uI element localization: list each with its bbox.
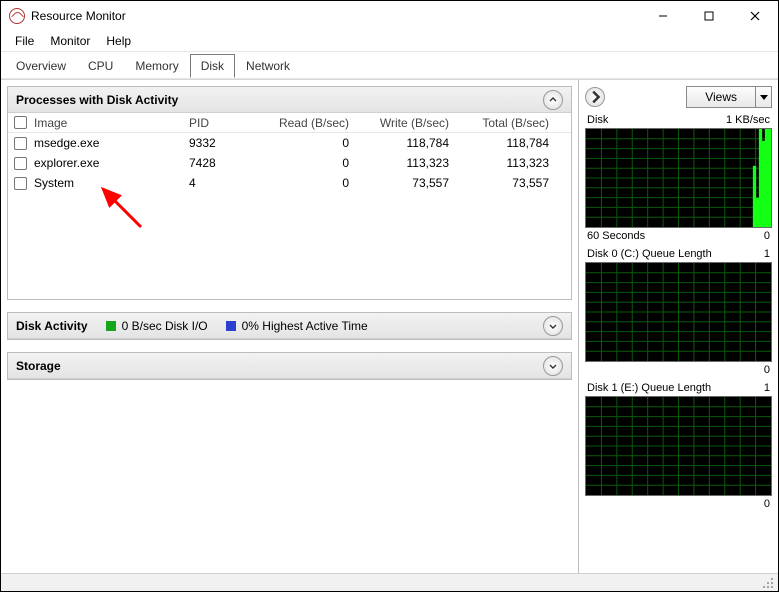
tab-cpu[interactable]: CPU: [77, 54, 124, 78]
select-all-checkbox[interactable]: [14, 116, 27, 129]
graph-disk0-queue: Disk 0 (C:) Queue Length 1 0: [585, 248, 772, 376]
io-legend-text: 0 B/sec Disk I/O: [122, 319, 208, 333]
tab-disk[interactable]: Disk: [190, 54, 235, 78]
active-legend-text: 0% Highest Active Time: [242, 319, 368, 333]
cell-write: 73,557: [359, 176, 459, 190]
graph-disk1-queue: Disk 1 (E:) Queue Length 1 0: [585, 382, 772, 510]
graph-title: Disk 0 (C:) Queue Length: [587, 248, 712, 260]
expand-storage-icon[interactable]: [543, 356, 563, 376]
cell-read: 0: [259, 136, 359, 150]
cell-image: System: [34, 176, 189, 190]
right-pane: Views Disk 1 KB/sec: [578, 80, 778, 573]
left-pane: Processes with Disk Activity Image PID R…: [1, 80, 578, 573]
col-total[interactable]: Total (B/sec): [459, 116, 559, 130]
io-legend: 0 B/sec Disk I/O: [106, 319, 208, 333]
maximize-button[interactable]: [686, 1, 732, 31]
disk-activity-header[interactable]: Disk Activity 0 B/sec Disk I/O 0% Highes…: [8, 313, 571, 339]
cell-total: 113,323: [459, 156, 559, 170]
processes-table-header: Image PID Read (B/sec) Write (B/sec) Tot…: [8, 113, 571, 133]
menu-bar: File Monitor Help: [1, 31, 778, 51]
io-legend-color-icon: [106, 321, 116, 331]
graph-canvas: [585, 396, 772, 496]
storage-header[interactable]: Storage: [8, 353, 571, 379]
disk-activity-panel: Disk Activity 0 B/sec Disk I/O 0% Highes…: [7, 312, 572, 340]
disk-activity-title: Disk Activity: [16, 319, 88, 333]
graph-scale: 1: [764, 382, 770, 394]
app-icon: [9, 8, 25, 24]
collapse-processes-icon[interactable]: [543, 90, 563, 110]
expand-disk-activity-icon[interactable]: [543, 316, 563, 336]
storage-panel: Storage: [7, 352, 572, 380]
storage-title: Storage: [16, 359, 61, 373]
graph-canvas: [585, 262, 772, 362]
processes-panel-title: Processes with Disk Activity: [16, 93, 178, 107]
cell-pid: 4: [189, 176, 259, 190]
cell-image: msedge.exe: [34, 136, 189, 150]
status-bar: [1, 573, 778, 591]
menu-monitor[interactable]: Monitor: [42, 32, 98, 50]
cell-write: 113,323: [359, 156, 459, 170]
graph-scale: 1 KB/sec: [726, 114, 770, 126]
collapse-right-pane-icon[interactable]: [585, 87, 605, 107]
processes-panel: Processes with Disk Activity Image PID R…: [7, 86, 572, 300]
col-image[interactable]: Image: [34, 116, 189, 130]
graph-scale: 1: [764, 248, 770, 260]
cell-read: 0: [259, 156, 359, 170]
cell-read: 0: [259, 176, 359, 190]
processes-panel-header[interactable]: Processes with Disk Activity: [8, 87, 571, 113]
graph-bottom-left: 60 Seconds: [587, 230, 645, 242]
graph-title: Disk: [587, 114, 608, 126]
col-read[interactable]: Read (B/sec): [259, 116, 359, 130]
row-checkbox[interactable]: [14, 177, 27, 190]
minimize-button[interactable]: [640, 1, 686, 31]
cell-pid: 7428: [189, 156, 259, 170]
close-button[interactable]: [732, 1, 778, 31]
row-checkbox[interactable]: [14, 137, 27, 150]
tab-overview[interactable]: Overview: [5, 54, 77, 78]
window-title: Resource Monitor: [31, 9, 126, 23]
tab-memory[interactable]: Memory: [124, 54, 189, 78]
graph-bottom-right: 0: [764, 498, 770, 510]
graph-bottom-right: 0: [764, 364, 770, 376]
menu-file[interactable]: File: [7, 32, 42, 50]
menu-help[interactable]: Help: [98, 32, 139, 50]
col-pid[interactable]: PID: [189, 116, 259, 130]
graph-bottom-right: 0: [764, 230, 770, 242]
col-write[interactable]: Write (B/sec): [359, 116, 459, 130]
table-row[interactable]: msedge.exe 9332 0 118,784 118,784: [8, 133, 571, 153]
table-row[interactable]: System 4 0 73,557 73,557: [8, 173, 571, 193]
tab-network[interactable]: Network: [235, 54, 301, 78]
graph-title: Disk 1 (E:) Queue Length: [587, 382, 711, 394]
cell-pid: 9332: [189, 136, 259, 150]
cell-total: 73,557: [459, 176, 559, 190]
table-row[interactable]: explorer.exe 7428 0 113,323 113,323: [8, 153, 571, 173]
title-bar: Resource Monitor: [1, 1, 778, 31]
views-button[interactable]: Views: [686, 86, 772, 108]
active-legend-color-icon: [226, 321, 236, 331]
active-legend: 0% Highest Active Time: [226, 319, 368, 333]
views-dropdown-icon[interactable]: [755, 87, 771, 107]
graph-canvas: [585, 128, 772, 228]
cell-total: 118,784: [459, 136, 559, 150]
cell-image: explorer.exe: [34, 156, 189, 170]
cell-write: 118,784: [359, 136, 459, 150]
tab-bar: Overview CPU Memory Disk Network: [1, 51, 778, 79]
resize-grip-icon[interactable]: [761, 576, 775, 590]
graph-disk: Disk 1 KB/sec 60 Seconds 0: [585, 114, 772, 242]
row-checkbox[interactable]: [14, 157, 27, 170]
views-label: Views: [687, 90, 755, 104]
